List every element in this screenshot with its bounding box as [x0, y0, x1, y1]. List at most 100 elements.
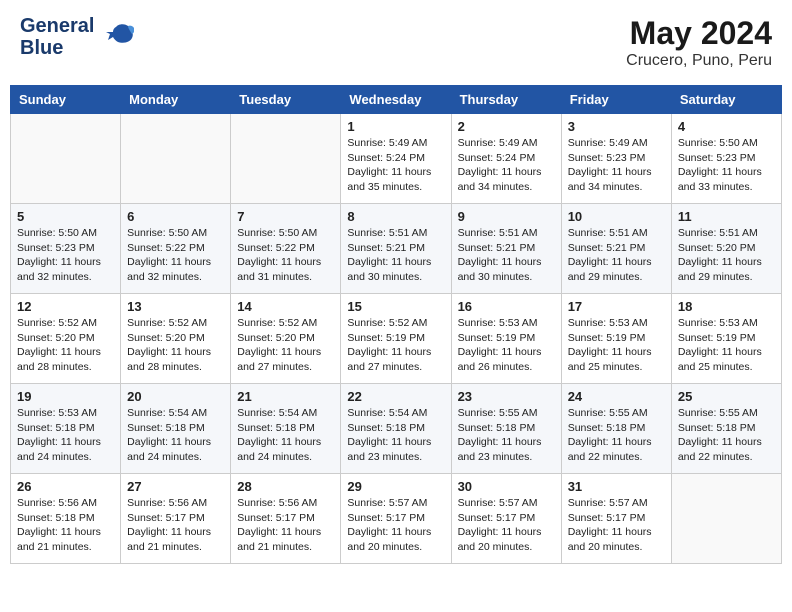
- calendar-cell: 16Sunrise: 5:53 AM Sunset: 5:19 PM Dayli…: [451, 294, 561, 384]
- day-number: 26: [17, 479, 114, 494]
- day-info: Sunrise: 5:56 AM Sunset: 5:18 PM Dayligh…: [17, 496, 114, 555]
- day-number: 18: [678, 299, 775, 314]
- day-number: 17: [568, 299, 665, 314]
- day-number: 8: [347, 209, 444, 224]
- day-number: 3: [568, 119, 665, 134]
- day-number: 11: [678, 209, 775, 224]
- calendar-cell: 27 Sunrise: 5:56 AM Sunset: 5:17 PM Dayli…: [121, 474, 231, 564]
- calendar-cell: 4 Sunrise: 5:50 AM Sunset: 5:23 PM Daylig…: [671, 114, 781, 204]
- days-of-week-row: SundayMondayTuesdayWednesdayThursdayFrid…: [11, 86, 782, 114]
- calendar-cell: 14 Sunrise: 5:52 AM Sunset: 5:20 PM Dayli…: [231, 294, 341, 384]
- calendar-cell: 11 Sunrise: 5:51 AM Sunset: 5:20 PM Dayli…: [671, 204, 781, 294]
- calendar-cell: 5Sunrise: 5:50 AM Sunset: 5:23 PM Daylig…: [11, 204, 121, 294]
- day-of-week-sunday: Sunday: [11, 86, 121, 114]
- calendar-cell: 31Sunrise: 5:57 AM Sunset: 5:17 PM Dayli…: [561, 474, 671, 564]
- day-of-week-monday: Monday: [121, 86, 231, 114]
- calendar-cell: 15Sunrise: 5:52 AM Sunset: 5:19 PM Dayli…: [341, 294, 451, 384]
- calendar-week-5: 26 Sunrise: 5:56 AM Sunset: 5:18 PM Dayli…: [11, 474, 782, 564]
- day-number: 20: [127, 389, 224, 404]
- day-of-week-friday: Friday: [561, 86, 671, 114]
- day-of-week-thursday: Thursday: [451, 86, 561, 114]
- day-number: 9: [458, 209, 555, 224]
- day-info: Sunrise: 5:50 AM Sunset: 5:22 PM Dayligh…: [127, 226, 224, 285]
- day-info: Sunrise: 5:53 AM Sunset: 5:19 PM Dayligh…: [678, 316, 775, 375]
- calendar-week-1: 1Sunrise: 5:49 AM Sunset: 5:24 PM Daylig…: [11, 114, 782, 204]
- main-title: May 2024: [626, 15, 772, 52]
- calendar-cell: [671, 474, 781, 564]
- calendar-cell: 26 Sunrise: 5:56 AM Sunset: 5:18 PM Dayli…: [11, 474, 121, 564]
- day-info: Sunrise: 5:55 AM Sunset: 5:18 PM Dayligh…: [678, 406, 775, 465]
- day-of-week-saturday: Saturday: [671, 86, 781, 114]
- day-info: Sunrise: 5:56 AM Sunset: 5:17 PM Dayligh…: [237, 496, 334, 555]
- day-info: Sunrise: 5:55 AM Sunset: 5:18 PM Dayligh…: [568, 406, 665, 465]
- day-number: 10: [568, 209, 665, 224]
- day-info: Sunrise: 5:57 AM Sunset: 5:17 PM Dayligh…: [458, 496, 555, 555]
- calendar-cell: 7 Sunrise: 5:50 AM Sunset: 5:22 PM Daylig…: [231, 204, 341, 294]
- day-number: 12: [17, 299, 114, 314]
- calendar-cell: 2Sunrise: 5:49 AM Sunset: 5:24 PM Daylig…: [451, 114, 561, 204]
- calendar-week-2: 5Sunrise: 5:50 AM Sunset: 5:23 PM Daylig…: [11, 204, 782, 294]
- day-number: 7: [237, 209, 334, 224]
- day-info: Sunrise: 5:56 AM Sunset: 5:17 PM Dayligh…: [127, 496, 224, 555]
- calendar-cell: 29 Sunrise: 5:57 AM Sunset: 5:17 PM Dayli…: [341, 474, 451, 564]
- day-info: Sunrise: 5:50 AM Sunset: 5:23 PM Dayligh…: [678, 136, 775, 195]
- day-number: 30: [458, 479, 555, 494]
- day-number: 16: [458, 299, 555, 314]
- calendar-cell: [121, 114, 231, 204]
- day-info: Sunrise: 5:53 AM Sunset: 5:19 PM Dayligh…: [568, 316, 665, 375]
- calendar-cell: 18 Sunrise: 5:53 AM Sunset: 5:19 PM Dayli…: [671, 294, 781, 384]
- day-info: Sunrise: 5:55 AM Sunset: 5:18 PM Dayligh…: [458, 406, 555, 465]
- calendar-cell: 28 Sunrise: 5:56 AM Sunset: 5:17 PM Dayli…: [231, 474, 341, 564]
- calendar-cell: 1Sunrise: 5:49 AM Sunset: 5:24 PM Daylig…: [341, 114, 451, 204]
- calendar-cell: [231, 114, 341, 204]
- day-number: 2: [458, 119, 555, 134]
- day-number: 24: [568, 389, 665, 404]
- calendar-cell: 6 Sunrise: 5:50 AM Sunset: 5:22 PM Daylig…: [121, 204, 231, 294]
- calendar-header: SundayMondayTuesdayWednesdayThursdayFrid…: [11, 86, 782, 114]
- day-number: 19: [17, 389, 114, 404]
- day-info: Sunrise: 5:52 AM Sunset: 5:20 PM Dayligh…: [17, 316, 114, 375]
- day-number: 23: [458, 389, 555, 404]
- day-number: 25: [678, 389, 775, 404]
- calendar-body: 1Sunrise: 5:49 AM Sunset: 5:24 PM Daylig…: [11, 114, 782, 564]
- day-number: 28: [237, 479, 334, 494]
- day-of-week-wednesday: Wednesday: [341, 86, 451, 114]
- calendar-cell: 10Sunrise: 5:51 AM Sunset: 5:21 PM Dayli…: [561, 204, 671, 294]
- day-info: Sunrise: 5:51 AM Sunset: 5:21 PM Dayligh…: [458, 226, 555, 285]
- logo: General Blue: [20, 15, 134, 59]
- day-info: Sunrise: 5:57 AM Sunset: 5:17 PM Dayligh…: [347, 496, 444, 555]
- calendar-cell: 3Sunrise: 5:49 AM Sunset: 5:23 PM Daylig…: [561, 114, 671, 204]
- day-info: Sunrise: 5:51 AM Sunset: 5:20 PM Dayligh…: [678, 226, 775, 285]
- day-info: Sunrise: 5:54 AM Sunset: 5:18 PM Dayligh…: [237, 406, 334, 465]
- day-info: Sunrise: 5:53 AM Sunset: 5:18 PM Dayligh…: [17, 406, 114, 465]
- day-number: 31: [568, 479, 665, 494]
- day-number: 21: [237, 389, 334, 404]
- logo-text2: Blue: [20, 37, 63, 59]
- calendar-cell: 20 Sunrise: 5:54 AM Sunset: 5:18 PM Dayli…: [121, 384, 231, 474]
- day-of-week-tuesday: Tuesday: [231, 86, 341, 114]
- calendar-cell: 21 Sunrise: 5:54 AM Sunset: 5:18 PM Dayli…: [231, 384, 341, 474]
- calendar-cell: 23 Sunrise: 5:55 AM Sunset: 5:18 PM Dayli…: [451, 384, 561, 474]
- subtitle: Crucero, Puno, Peru: [626, 52, 772, 70]
- calendar-cell: 19 Sunrise: 5:53 AM Sunset: 5:18 PM Dayli…: [11, 384, 121, 474]
- day-info: Sunrise: 5:52 AM Sunset: 5:19 PM Dayligh…: [347, 316, 444, 375]
- day-info: Sunrise: 5:54 AM Sunset: 5:18 PM Dayligh…: [127, 406, 224, 465]
- calendar-cell: 12 Sunrise: 5:52 AM Sunset: 5:20 PM Dayli…: [11, 294, 121, 384]
- day-number: 5: [17, 209, 114, 224]
- day-number: 6: [127, 209, 224, 224]
- day-number: 13: [127, 299, 224, 314]
- day-info: Sunrise: 5:50 AM Sunset: 5:22 PM Dayligh…: [237, 226, 334, 285]
- logo-bird-icon: [98, 22, 134, 52]
- calendar-table: SundayMondayTuesdayWednesdayThursdayFrid…: [10, 85, 782, 564]
- day-number: 29: [347, 479, 444, 494]
- day-number: 4: [678, 119, 775, 134]
- day-number: 1: [347, 119, 444, 134]
- calendar-cell: 24 Sunrise: 5:55 AM Sunset: 5:18 PM Dayli…: [561, 384, 671, 474]
- calendar-cell: 9 Sunrise: 5:51 AM Sunset: 5:21 PM Daylig…: [451, 204, 561, 294]
- day-number: 27: [127, 479, 224, 494]
- day-number: 22: [347, 389, 444, 404]
- calendar-week-3: 12 Sunrise: 5:52 AM Sunset: 5:20 PM Dayli…: [11, 294, 782, 384]
- day-info: Sunrise: 5:52 AM Sunset: 5:20 PM Dayligh…: [237, 316, 334, 375]
- day-number: 14: [237, 299, 334, 314]
- calendar-week-4: 19 Sunrise: 5:53 AM Sunset: 5:18 PM Dayli…: [11, 384, 782, 474]
